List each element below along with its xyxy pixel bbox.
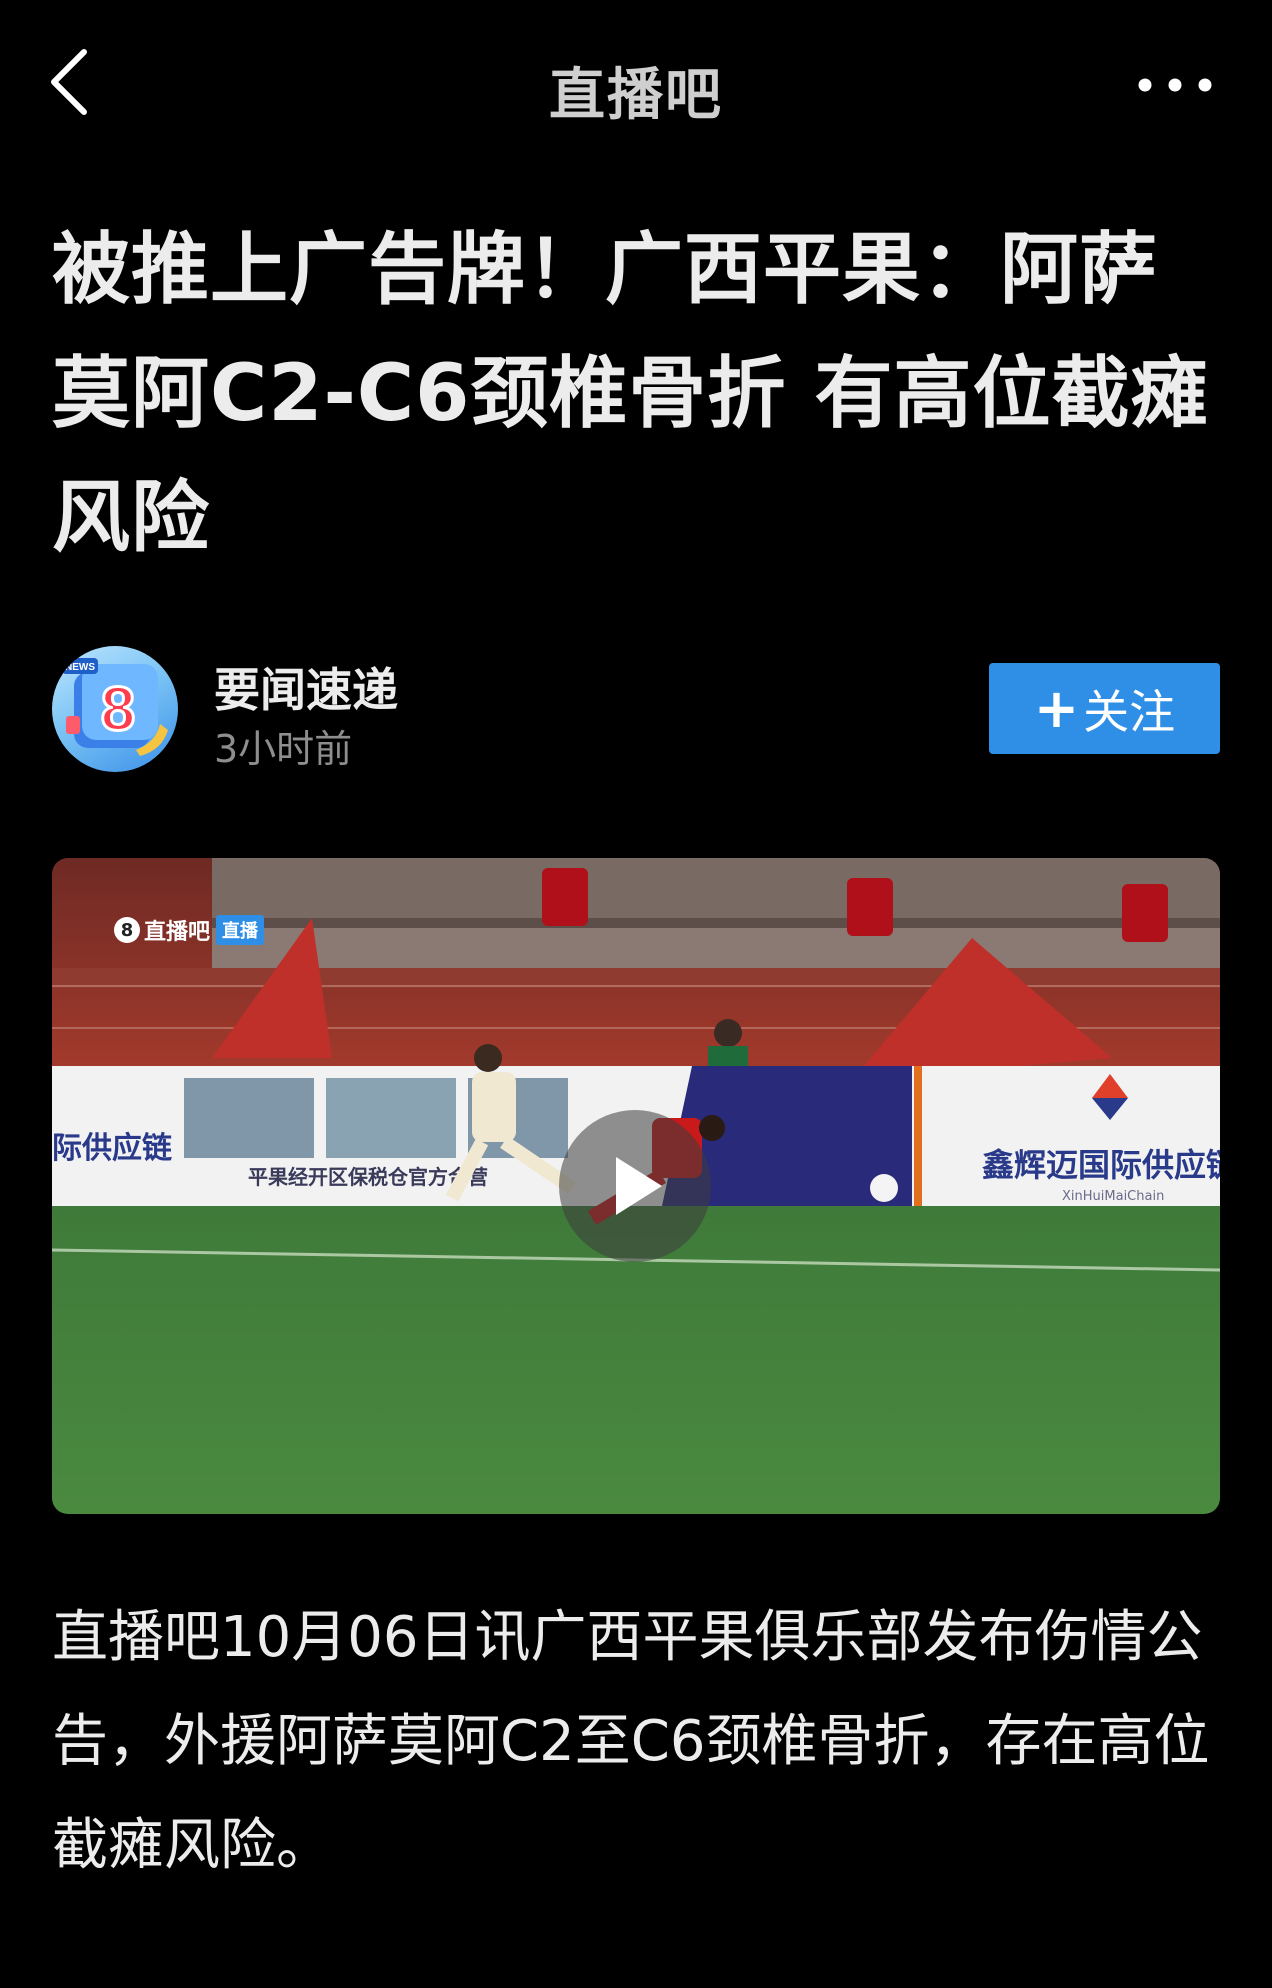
watermark-text: 直播吧 [144, 920, 211, 945]
ad-board-right-sub: XinHuiMaiChain [1062, 1189, 1164, 1204]
avatar-number: 8 [101, 675, 135, 744]
author-avatar[interactable]: NEWS 8 [52, 646, 178, 772]
plus-icon: + [1033, 677, 1080, 740]
more-options-button[interactable] [1130, 70, 1220, 100]
ad-board-right: 鑫辉迈国际供应链 [982, 1146, 1220, 1184]
follow-label: 关注 [1083, 684, 1176, 739]
article-body: 直播吧10月06日讯广西平果俱乐部发布伤情公告，外援阿萨莫阿C2至C6颈椎骨折，… [52, 1605, 1210, 1878]
article-headline: 被推上广告牌！广西平果：阿萨莫阿C2-C6颈椎骨折 有高位截瘫风险 [52, 225, 1210, 563]
app-title: 直播吧 [549, 63, 723, 128]
play-button[interactable] [559, 1110, 711, 1262]
follow-button[interactable]: + 关注 [989, 663, 1220, 754]
play-icon [616, 1157, 662, 1215]
article-page: 直播吧 被推上广告牌！广西平果：阿萨莫阿C2-C6颈椎骨折 有高位截瘫风险 NE… [0, 0, 1272, 1988]
avatar-badge-text: NEWS [65, 662, 95, 673]
more-horizontal-icon [1138, 78, 1212, 92]
watermark-logo: 8 [114, 917, 140, 943]
author-name[interactable]: 要闻速递 [214, 654, 398, 720]
ad-board-left: 际供应链 [52, 1131, 172, 1166]
watermark-badge: 直播 [216, 915, 265, 945]
news-avatar-icon: NEWS 8 [62, 658, 168, 756]
author-row: NEWS 8 要闻速递 3小时前 + 关注 [52, 646, 1220, 774]
top-nav-bar: 直播吧 [0, 0, 1272, 172]
video-player[interactable]: 际供应链 平果经开区保税仓官方合营 鑫辉迈国际供应链 XinHuiMaiChai… [52, 858, 1220, 1514]
video-watermark: 8 直播吧 直播 [114, 914, 265, 946]
post-time: 3小时前 [214, 727, 353, 771]
